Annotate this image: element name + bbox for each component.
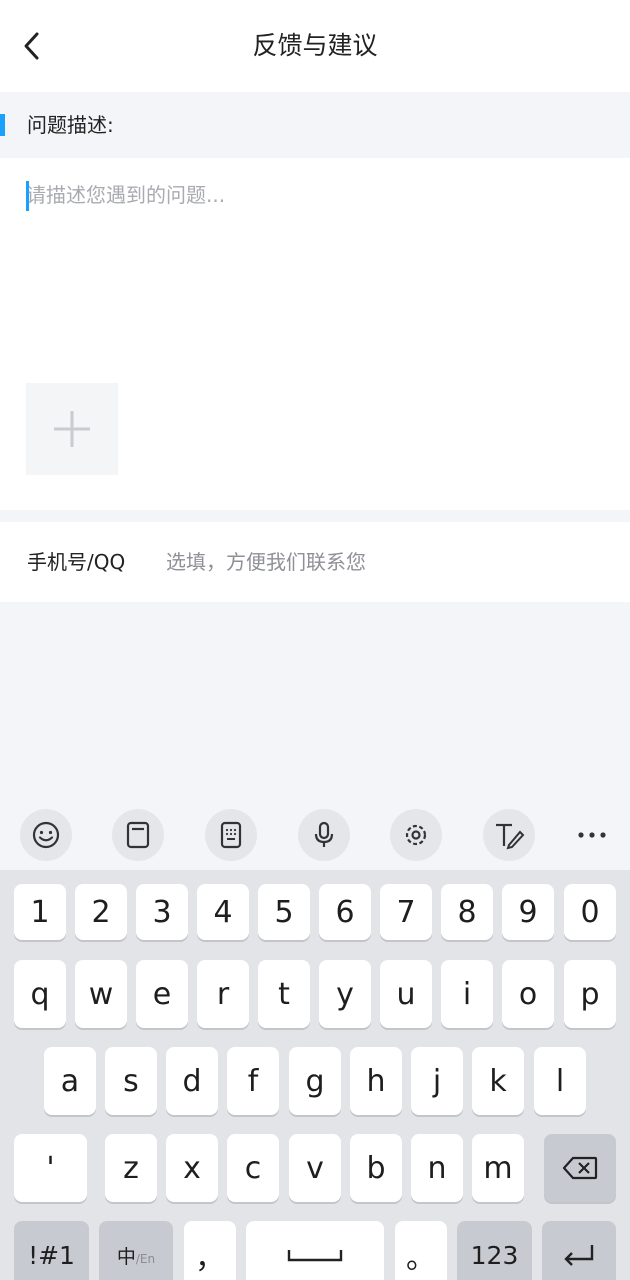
backspace-icon	[562, 1156, 598, 1180]
emoji-button[interactable]	[20, 809, 72, 861]
emoji-icon	[32, 821, 60, 849]
description-input[interactable]	[26, 175, 604, 365]
keypad-icon	[220, 821, 242, 849]
key-o[interactable]: o	[502, 960, 554, 1028]
key-apostrophe[interactable]: '	[14, 1134, 87, 1202]
text-caret	[26, 181, 29, 211]
key-m[interactable]: m	[472, 1134, 524, 1202]
handwriting-icon	[496, 823, 525, 850]
key-0[interactable]: 0	[564, 884, 616, 940]
numbers-key[interactable]: 123	[457, 1221, 532, 1280]
backspace-key[interactable]	[544, 1134, 616, 1202]
space-icon	[287, 1250, 343, 1262]
space-key[interactable]	[246, 1221, 384, 1280]
key-6[interactable]: 6	[319, 884, 371, 940]
key-a[interactable]: a	[44, 1047, 96, 1115]
language-switch-key[interactable]: 中/En	[99, 1221, 173, 1280]
key-s[interactable]: s	[105, 1047, 157, 1115]
key-3[interactable]: 3	[136, 884, 188, 940]
gear-icon	[405, 824, 427, 846]
settings-button[interactable]	[390, 809, 442, 861]
add-image-button[interactable]	[26, 383, 118, 475]
chevron-left-icon	[24, 32, 39, 60]
key-y[interactable]: y	[319, 960, 371, 1028]
microphone-icon	[314, 821, 334, 847]
voice-input-button[interactable]	[298, 809, 350, 861]
key-l[interactable]: l	[534, 1047, 586, 1115]
key-d[interactable]: d	[166, 1047, 218, 1115]
comma-key[interactable]: ，	[184, 1221, 236, 1280]
key-x[interactable]: x	[166, 1134, 218, 1202]
enter-key[interactable]	[542, 1221, 616, 1280]
handwriting-button[interactable]	[483, 809, 535, 861]
key-w[interactable]: w	[75, 960, 127, 1028]
key-v[interactable]: v	[289, 1134, 341, 1202]
key-u[interactable]: u	[380, 960, 432, 1028]
section-accent-bar	[0, 114, 5, 136]
key-b[interactable]: b	[350, 1134, 402, 1202]
symbols-key[interactable]: !#1	[14, 1221, 89, 1280]
language-sub-label: /En	[135, 1252, 156, 1266]
contact-input[interactable]	[166, 540, 606, 584]
key-g[interactable]: g	[289, 1047, 341, 1115]
key-e[interactable]: e	[136, 960, 188, 1028]
key-2[interactable]: 2	[75, 884, 127, 940]
plus-icon	[54, 411, 90, 447]
key-r[interactable]: r	[197, 960, 249, 1028]
key-c[interactable]: c	[227, 1134, 279, 1202]
back-button[interactable]	[14, 26, 50, 66]
language-main-label: 中	[116, 1245, 136, 1268]
header-bar	[0, 0, 630, 92]
key-t[interactable]: t	[258, 960, 310, 1028]
key-z[interactable]: z	[105, 1134, 157, 1202]
more-icon	[578, 832, 606, 838]
key-9[interactable]: 9	[502, 884, 554, 940]
contact-label: 手机号/QQ	[27, 550, 126, 574]
key-4[interactable]: 4	[197, 884, 249, 940]
period-key[interactable]: 。	[395, 1221, 447, 1280]
key-8[interactable]: 8	[441, 884, 493, 940]
key-1[interactable]: 1	[14, 884, 66, 940]
key-i[interactable]: i	[441, 960, 493, 1028]
key-h[interactable]: h	[350, 1047, 402, 1115]
key-n[interactable]: n	[411, 1134, 463, 1202]
key-j[interactable]: j	[411, 1047, 463, 1115]
clipboard-icon	[126, 821, 150, 849]
key-7[interactable]: 7	[380, 884, 432, 940]
key-f[interactable]: f	[227, 1047, 279, 1115]
enter-icon	[564, 1245, 594, 1266]
key-p[interactable]: p	[564, 960, 616, 1028]
section-title: 问题描述:	[27, 113, 114, 137]
more-button[interactable]	[566, 809, 618, 861]
key-k[interactable]: k	[472, 1047, 524, 1115]
key-q[interactable]: q	[14, 960, 66, 1028]
keypad-button[interactable]	[205, 809, 257, 861]
key-5[interactable]: 5	[258, 884, 310, 940]
clipboard-button[interactable]	[112, 809, 164, 861]
